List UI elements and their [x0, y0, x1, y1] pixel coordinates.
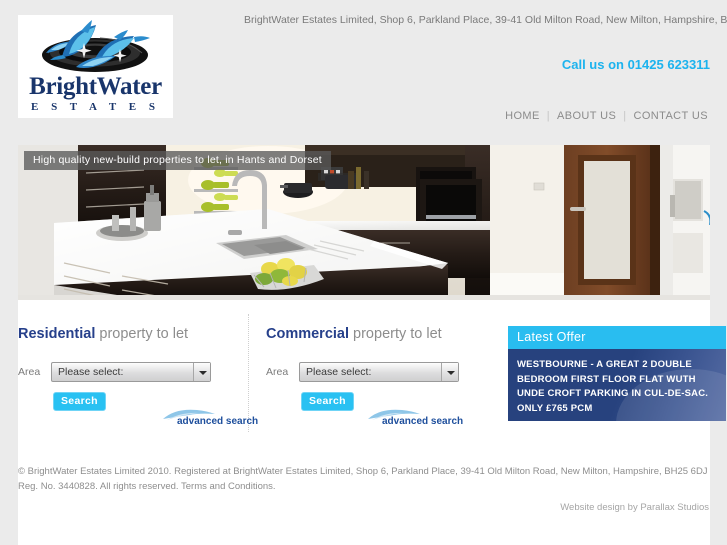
- logo-wordmark: BrightWater: [29, 73, 162, 100]
- commercial-area-row: Area Please select:: [266, 362, 459, 382]
- commercial-area-dropdown-button[interactable]: [441, 363, 458, 381]
- residential-area-row: Area Please select:: [18, 362, 211, 382]
- logo-subtitle: E S T A T E S: [30, 101, 161, 113]
- hero-caption: High quality new-build properties to let…: [24, 151, 331, 170]
- residential-area-label: Area: [18, 366, 41, 378]
- residential-advanced-search-label: advanced search: [177, 416, 259, 427]
- commercial-advanced-search-label: advanced search: [382, 416, 464, 427]
- residential-search-button[interactable]: Search: [53, 392, 106, 411]
- latest-offer-box[interactable]: Latest Offer WESTBOURNE - A GREAT 2 DOUB…: [508, 326, 726, 421]
- commercial-area-value: Please select:: [306, 366, 372, 378]
- dolphins-logo-icon: [42, 20, 150, 72]
- footer-legal-line-1: © BrightWater Estates Limited 2010. Regi…: [18, 466, 708, 477]
- main-panel: Residential property to let Area Please …: [18, 300, 726, 445]
- site-logo[interactable]: BrightWater E S T A T E S: [18, 15, 173, 118]
- footer-legal-line-2: Reg. No. 3440828. All rights reserved. T…: [18, 481, 276, 492]
- residential-advanced-search-link[interactable]: advanced search: [161, 408, 276, 432]
- commercial-area-select[interactable]: Please select:: [299, 362, 459, 382]
- commercial-advanced-search-link[interactable]: advanced search: [366, 408, 481, 432]
- commercial-area-label: Area: [266, 366, 289, 378]
- residential-title-rest: property to let: [95, 326, 189, 342]
- residential-area-select[interactable]: Please select:: [51, 362, 211, 382]
- hero-banner[interactable]: High quality new-build properties to let…: [18, 145, 710, 300]
- commercial-title-strong: Commercial: [266, 326, 350, 342]
- main-navigation: HOME | ABOUT US | CONTACT US: [503, 110, 710, 122]
- residential-area-dropdown-button[interactable]: [193, 363, 210, 381]
- nav-item-home[interactable]: HOME: [503, 110, 542, 122]
- footer-legal: © BrightWater Estates Limited 2010. Regi…: [18, 464, 708, 494]
- site-header: BrightWater E S T A T E S BrightWater Es…: [0, 0, 727, 138]
- commercial-section-title: Commercial property to let: [266, 326, 442, 342]
- header-phone: Call us on 01425 623311: [561, 57, 710, 72]
- nav-separator-1: |: [546, 110, 550, 122]
- commercial-title-rest: property to let: [349, 326, 442, 342]
- site-footer: © BrightWater Estates Limited 2010. Regi…: [18, 445, 710, 545]
- nav-separator-2: |: [623, 110, 627, 122]
- chevron-down-icon: [199, 371, 207, 375]
- nav-item-about-us[interactable]: ABOUT US: [555, 110, 618, 122]
- latest-offer-heading: Latest Offer: [508, 326, 726, 349]
- residential-title-strong: Residential: [18, 326, 96, 342]
- header-address: BrightWater Estates Limited, Shop 6, Par…: [244, 14, 727, 26]
- page-root: BrightWater E S T A T E S BrightWater Es…: [0, 0, 727, 545]
- footer-design-credit: Website design by Parallax Studios: [560, 502, 709, 513]
- latest-offer-body: WESTBOURNE - A GREAT 2 DOUBLE BEDROOM FI…: [508, 349, 726, 421]
- residential-section-title: Residential property to let: [18, 326, 188, 342]
- nav-item-contact-us[interactable]: CONTACT US: [632, 110, 711, 122]
- residential-area-value: Please select:: [58, 366, 124, 378]
- latest-offer-text: WESTBOURNE - A GREAT 2 DOUBLE BEDROOM FI…: [517, 359, 709, 414]
- chevron-down-icon: [447, 371, 455, 375]
- commercial-search-button[interactable]: Search: [301, 392, 354, 411]
